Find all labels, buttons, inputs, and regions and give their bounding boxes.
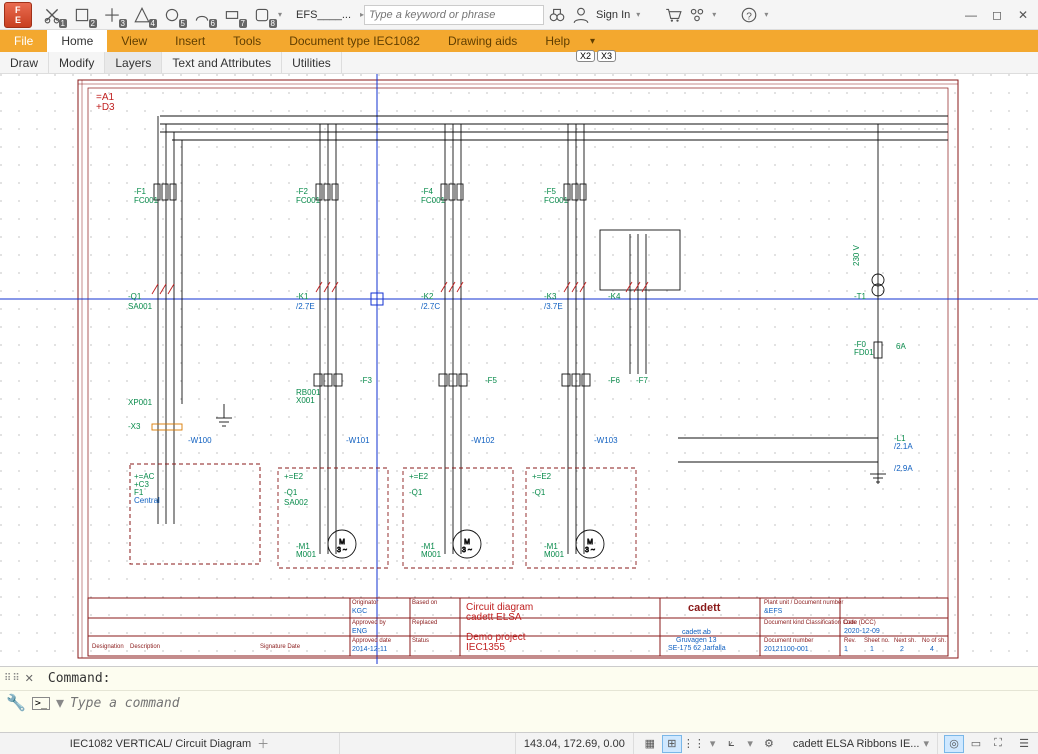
ribbon-tabs: File Home View Insert Tools Document typ…: [0, 30, 1038, 52]
prompt-icon: >_: [32, 697, 50, 710]
titlebar: FE 1 2 3 4 5 6 7 8 ▾ EFS____... ▸ Sign I…: [0, 0, 1038, 30]
qa-6[interactable]: 6: [188, 3, 216, 27]
qa-5[interactable]: 5: [158, 3, 186, 27]
maximize-button[interactable]: ◻: [986, 6, 1008, 24]
panel-modify[interactable]: Modify: [49, 52, 105, 73]
command-history-line: Command:: [38, 669, 1034, 688]
status-ribbons[interactable]: cadett ELSA Ribbons IE...: [793, 738, 920, 750]
tab-help[interactable]: Help: [531, 30, 584, 52]
panel-layers[interactable]: Layers: [105, 52, 162, 73]
pill-x3[interactable]: X3: [597, 50, 616, 62]
aux-pill-row: X2 X3: [576, 50, 616, 62]
status-bar: IEC1082 VERTICAL/ Circuit Diagram ＋ 143.…: [0, 732, 1038, 754]
command-close-button[interactable]: ✕: [25, 672, 34, 685]
panel-utilities[interactable]: Utilities: [282, 52, 342, 73]
help-search-input[interactable]: [364, 5, 544, 25]
status-target-icon[interactable]: ◎: [944, 735, 964, 753]
svg-text:M: M: [464, 539, 470, 546]
status-snap-icon[interactable]: ⊞: [662, 735, 682, 753]
qa-8[interactable]: 8: [248, 3, 276, 27]
close-button[interactable]: ✕: [1012, 6, 1034, 24]
status-expand-icon[interactable]: ⛶: [988, 735, 1008, 753]
qa-cut[interactable]: 1: [38, 3, 66, 27]
help-icon[interactable]: ?: [740, 6, 758, 24]
svg-text:3 ~: 3 ~: [462, 547, 472, 554]
tab-home[interactable]: Home: [47, 30, 107, 52]
status-document: IEC1082 VERTICAL/ Circuit Diagram: [70, 738, 251, 750]
panel-text-attributes[interactable]: Text and Attributes: [162, 52, 282, 73]
qa-3[interactable]: 3: [98, 3, 126, 27]
app-menu-button[interactable]: FE: [4, 2, 32, 28]
ribbon-overflow-icon[interactable]: ▾: [590, 36, 595, 47]
tab-view[interactable]: View: [107, 30, 161, 52]
command-input[interactable]: [70, 696, 1032, 711]
drawing-svg: M3 ~ M3 ~ M3 ~: [0, 74, 1038, 664]
svg-text:?: ?: [747, 11, 753, 22]
tab-file[interactable]: File: [0, 30, 47, 52]
drawing-canvas[interactable]: M3 ~ M3 ~ M3 ~: [0, 74, 1038, 666]
apps-icon[interactable]: [688, 6, 706, 24]
qa-7[interactable]: 7: [218, 3, 246, 27]
tab-tools[interactable]: Tools: [219, 30, 275, 52]
svg-text:M: M: [339, 539, 345, 546]
user-icon[interactable]: [572, 6, 590, 24]
qa-4[interactable]: 4: [128, 3, 156, 27]
svg-text:3 ~: 3 ~: [585, 547, 595, 554]
svg-text:3 ~: 3 ~: [337, 547, 347, 554]
status-doc-plus-icon[interactable]: ＋: [257, 735, 269, 752]
svg-text:M: M: [587, 539, 593, 546]
cart-icon[interactable]: [664, 6, 682, 24]
grip-icon[interactable]: ⠿⠿: [4, 673, 21, 684]
status-gear-icon[interactable]: ⚙: [759, 735, 779, 753]
status-angle-icon[interactable]: ⟀: [721, 735, 741, 753]
wrench-icon[interactable]: 🔧: [6, 693, 26, 713]
sign-in-link[interactable]: Sign In: [596, 9, 630, 21]
ribbon-panel-tabs: Draw Modify Layers Text and Attributes U…: [0, 52, 1038, 74]
status-layout-icon[interactable]: ▭: [966, 735, 986, 753]
binoculars-icon[interactable]: [548, 6, 566, 24]
tab-doctype[interactable]: Document type IEC1082: [275, 30, 434, 52]
status-coords: 143.04, 172.69, 0.00: [524, 738, 625, 750]
pill-x2[interactable]: X2: [576, 50, 595, 62]
status-dots-icon[interactable]: ⋮⋮: [684, 735, 704, 753]
panel-draw[interactable]: Draw: [0, 52, 49, 73]
qa-2[interactable]: 2: [68, 3, 96, 27]
tab-drawing-aids[interactable]: Drawing aids: [434, 30, 531, 52]
minimize-button[interactable]: —: [960, 6, 982, 24]
document-name: EFS____...: [290, 9, 360, 21]
status-grid-icon[interactable]: ▦: [640, 735, 660, 753]
tab-insert[interactable]: Insert: [161, 30, 219, 52]
command-panel: ⠿⠿ ✕ Command: 🔧 >_ ▾: [0, 666, 1038, 732]
status-tray-icon[interactable]: ☰: [1014, 735, 1034, 753]
